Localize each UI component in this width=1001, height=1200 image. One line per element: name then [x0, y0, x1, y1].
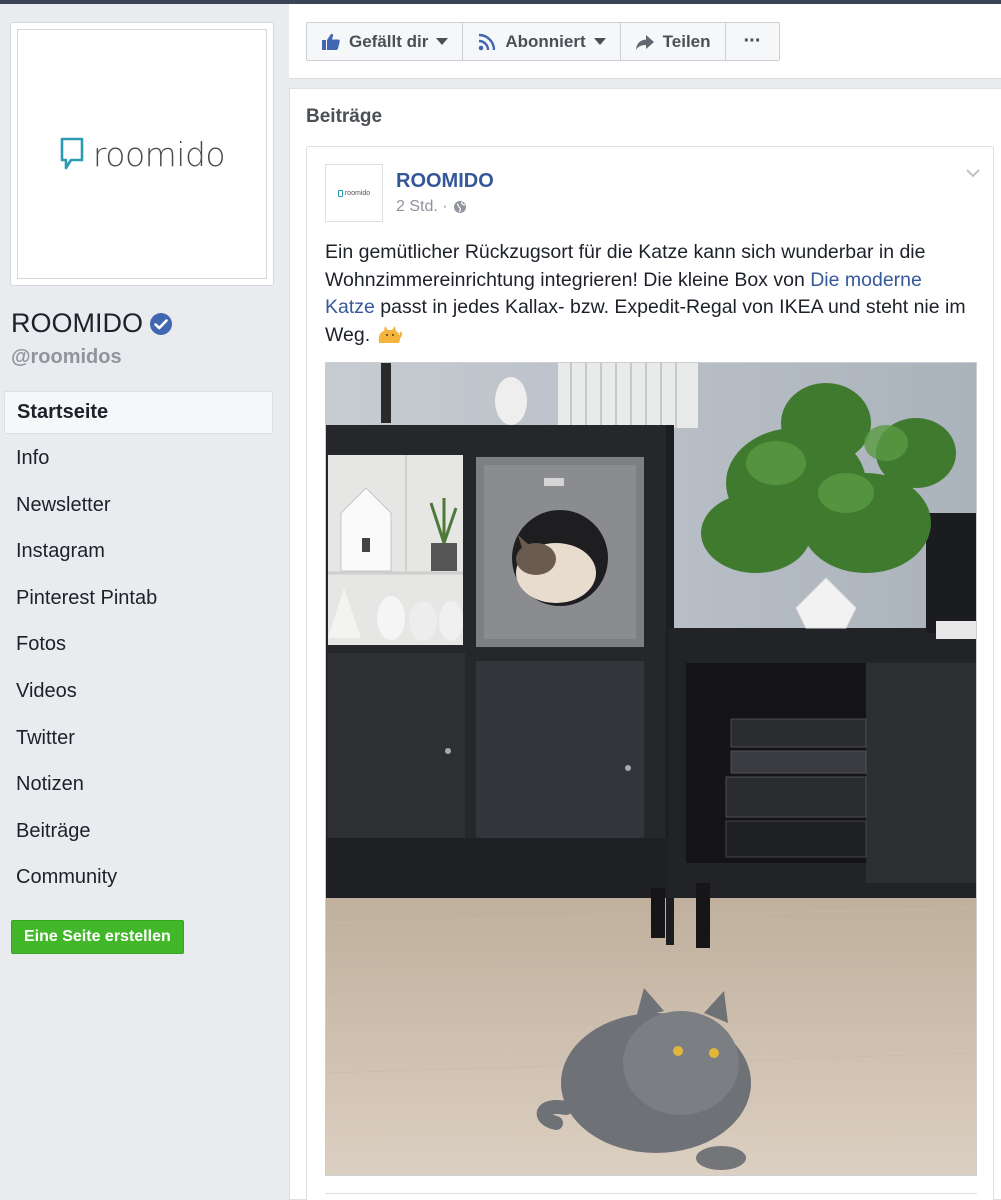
roomido-logo: roomido — [59, 134, 226, 174]
profile-picture[interactable]: roomido — [10, 22, 274, 286]
post-card: roomido ROOMIDO 2 Std. · Ein gemütlicher… — [306, 146, 994, 1200]
caret-down-icon — [593, 38, 606, 45]
posts-heading: Beiträge — [306, 106, 383, 127]
share-button[interactable]: Teilen — [619, 22, 726, 61]
create-page-button[interactable]: Eine Seite erstellen — [11, 920, 184, 954]
more-options-button[interactable]: ··· — [724, 22, 780, 61]
page-title[interactable]: ROOMIDO — [11, 308, 173, 339]
nav-item-newsletter[interactable]: Newsletter — [4, 484, 273, 531]
like-button[interactable]: Gefällt dir — [306, 22, 464, 61]
verified-badge-icon — [150, 312, 172, 335]
living-room-cats-photo — [326, 363, 976, 1175]
chevron-down-icon[interactable] — [965, 167, 981, 179]
logo-mark-icon — [60, 137, 84, 170]
nav-item-twitter[interactable]: Twitter — [4, 717, 273, 764]
left-sidebar: roomido ROOMIDO @roomidos Startseite Inf… — [0, 4, 288, 1200]
nav-item-videos[interactable]: Videos — [4, 670, 273, 717]
nav-item-info[interactable]: Info — [4, 437, 273, 484]
posts-section: Beiträge roomido ROOMIDO 2 Std. · Ein ge… — [289, 88, 1001, 1200]
nav-item-beitraege[interactable]: Beiträge — [4, 810, 273, 857]
post-author-link[interactable]: ROOMIDO — [396, 170, 494, 193]
nav-item-fotos[interactable]: Fotos — [4, 623, 273, 670]
logo-mark-icon — [337, 189, 343, 197]
logo-text: roomido — [92, 134, 226, 174]
post-divider — [325, 1193, 977, 1194]
follow-button[interactable]: Abonniert — [462, 22, 621, 61]
page-nav: Startseite Info Newsletter Instagram Pin… — [4, 391, 273, 903]
post-timestamp: 2 Std. · — [396, 198, 467, 216]
rss-icon — [479, 33, 496, 50]
cat-emoji-icon — [378, 325, 402, 343]
nav-item-notizen[interactable]: Notizen — [4, 763, 273, 810]
nav-item-startseite[interactable]: Startseite — [4, 391, 273, 434]
nav-item-instagram[interactable]: Instagram — [4, 530, 273, 577]
post-photo[interactable] — [325, 362, 977, 1176]
share-arrow-icon — [635, 34, 654, 50]
post-text: Ein gemütlicher Rückzugsort für die Katz… — [325, 241, 966, 346]
post-avatar[interactable]: roomido — [325, 164, 383, 222]
globe-icon — [453, 201, 466, 213]
page-action-bar: Gefällt dir Abonniert Teilen ··· — [289, 4, 1001, 79]
nav-item-pinterest-pintab[interactable]: Pinterest Pintab — [4, 577, 273, 624]
caret-down-icon — [436, 38, 449, 45]
nav-item-community[interactable]: Community — [4, 856, 273, 903]
page-handle[interactable]: @roomidos — [11, 346, 122, 369]
thumbs-up-icon — [322, 33, 340, 50]
